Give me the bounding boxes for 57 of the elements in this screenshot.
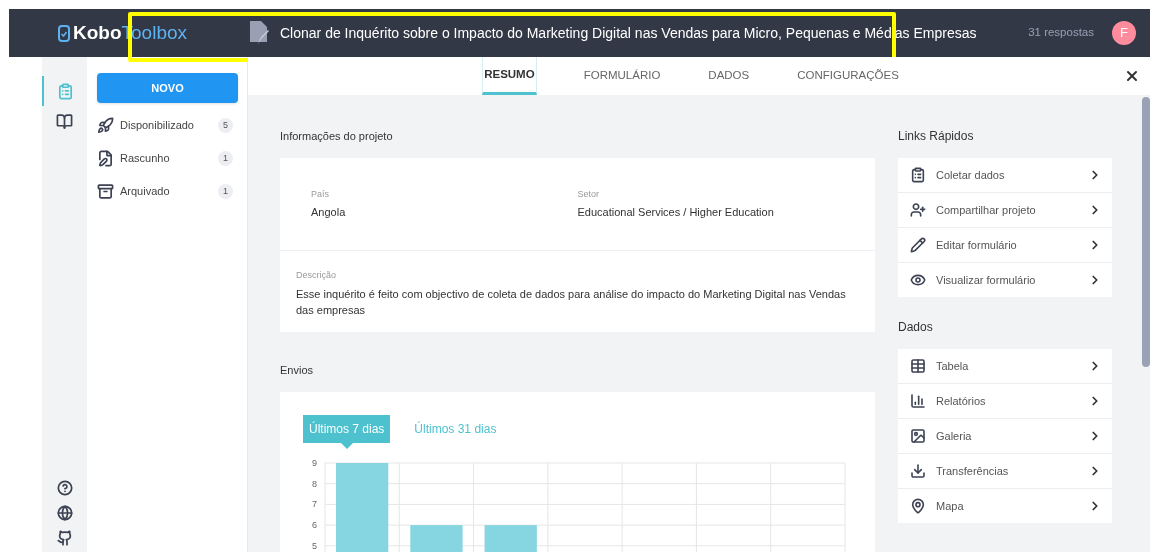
- count-badge: 1: [218, 151, 233, 166]
- pencil-icon: [910, 237, 926, 253]
- clipboard-icon: [57, 82, 74, 100]
- link-item[interactable]: Coletar dados: [898, 158, 1112, 192]
- axis-tick-label: 9: [312, 457, 317, 468]
- field-label: Setor: [577, 187, 600, 201]
- axis-tick-label: 7: [312, 498, 317, 509]
- axis-tick-label: 5: [312, 540, 317, 551]
- add-person-icon: [910, 202, 926, 218]
- tab[interactable]: DADOS: [707, 57, 751, 95]
- section-heading: Links Rápidos: [898, 129, 975, 143]
- close-icon[interactable]: [1124, 68, 1140, 84]
- logo-mark-icon: [58, 24, 70, 42]
- axis-tick-label: 6: [312, 519, 317, 530]
- scrollbar-thumb[interactable]: [1142, 97, 1150, 367]
- archive-icon: [97, 183, 114, 200]
- map-pin-icon: [910, 498, 926, 514]
- field-label: Descrição: [296, 269, 337, 282]
- link-item[interactable]: Compartilhar projeto: [898, 193, 1112, 227]
- tab[interactable]: FORMULÁRIO: [582, 57, 662, 95]
- section-heading: Informações do projeto: [280, 129, 394, 143]
- file-pen-icon: [97, 150, 114, 167]
- github-icon[interactable]: [56, 530, 73, 546]
- link-item[interactable]: Relatórios: [898, 384, 1112, 418]
- chart-bar: [410, 524, 463, 552]
- download-icon: [910, 463, 926, 479]
- field-value: Angola: [311, 205, 347, 220]
- link-item[interactable]: Galeria: [898, 419, 1112, 453]
- pointer-icon: [340, 442, 353, 449]
- image-icon: [910, 428, 926, 444]
- link-item[interactable]: Visualizar formulário: [898, 263, 1112, 297]
- description-text: Esse inquérito é feito com objectivo de coleta de dados para análise do impacto do Marketing Digital nas Vendas das empresas: [296, 286, 847, 318]
- count-badge: 1: [218, 184, 233, 199]
- chart-bar: [484, 524, 537, 552]
- sidebar-item[interactable]: Arquivado 1: [97, 180, 237, 203]
- link-item[interactable]: Editar formulário: [898, 228, 1112, 262]
- help-icon[interactable]: [56, 480, 73, 496]
- axis-tick-label: 8: [312, 478, 317, 489]
- link-item[interactable]: Mapa: [898, 489, 1112, 523]
- rocket-icon: [97, 117, 114, 134]
- sidebar-item[interactable]: Disponibilizado 5: [97, 114, 237, 137]
- table-icon: [910, 358, 926, 374]
- response-count: 31 respostas: [1028, 25, 1094, 41]
- link-item[interactable]: Transferências: [898, 454, 1112, 488]
- count-badge: 5: [218, 118, 233, 133]
- section-heading: Dados: [898, 320, 934, 334]
- field-value: Educational Services / Higher Education: [577, 205, 775, 220]
- globe-icon[interactable]: [56, 505, 73, 521]
- field-label: País: [311, 187, 330, 201]
- library-icon: [56, 112, 73, 130]
- sidebar-item[interactable]: Rascunho 1: [97, 147, 237, 170]
- tab[interactable]: CONFIGURAÇÕES: [796, 57, 900, 95]
- clipboard-icon: [910, 167, 926, 183]
- link-item[interactable]: Tabela: [898, 349, 1112, 383]
- eye-icon: [910, 272, 926, 288]
- section-heading: Envios: [280, 362, 315, 377]
- bar-chart-icon: [910, 393, 926, 409]
